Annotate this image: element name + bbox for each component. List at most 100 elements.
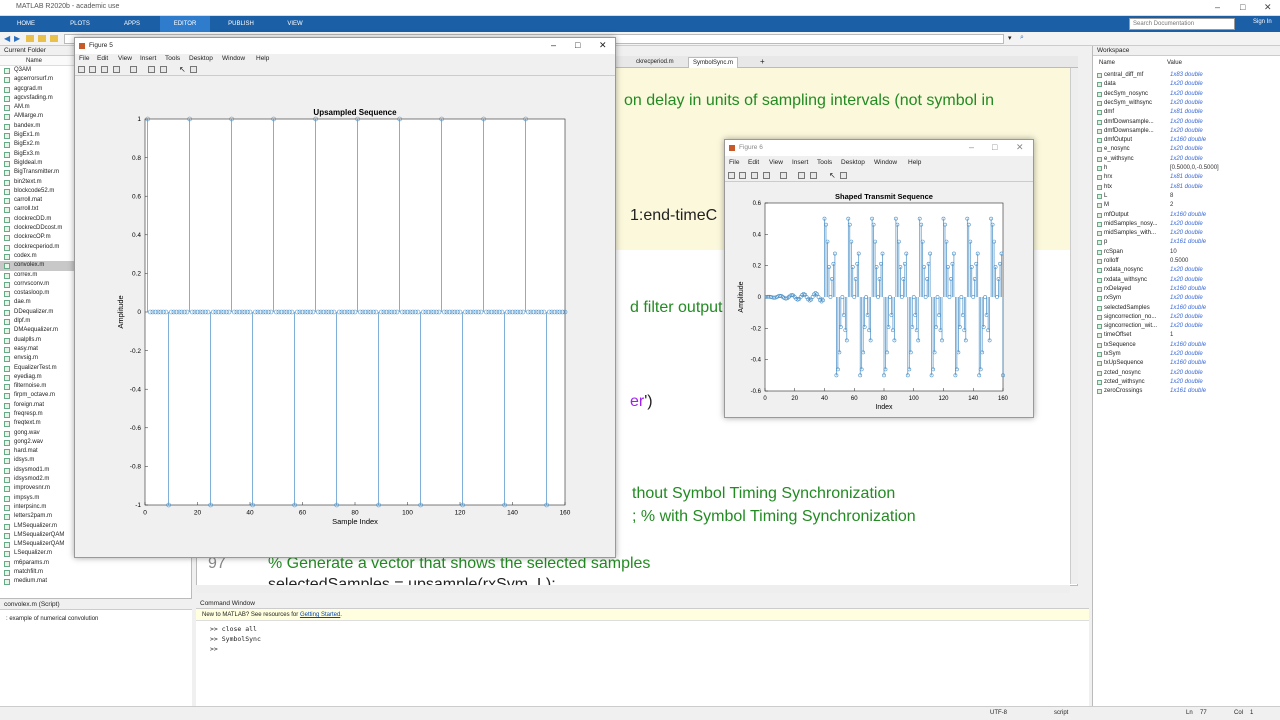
menu-edit[interactable]: Edit bbox=[748, 159, 759, 166]
figure6-window[interactable]: Figure 6 – □ ✕ File Edit View Insert Too… bbox=[724, 139, 1034, 418]
workspace-row[interactable]: hrx 1x81 double bbox=[1096, 173, 1276, 182]
tab-apps[interactable]: APPS bbox=[112, 16, 152, 32]
menu-help[interactable]: Help bbox=[908, 159, 921, 166]
workspace-row[interactable]: L8 bbox=[1096, 192, 1276, 201]
workspace-row[interactable]: decSym_nosync 1x20 double bbox=[1096, 90, 1276, 99]
property-editor-icon[interactable] bbox=[840, 172, 847, 179]
workspace-row[interactable]: central_diff_mf 1x83 double bbox=[1096, 71, 1276, 80]
menu-edit[interactable]: Edit bbox=[97, 55, 108, 62]
code-line[interactable]: er') bbox=[630, 393, 653, 411]
workspace-row[interactable]: zcted_nosync 1x20 double bbox=[1096, 369, 1276, 378]
menu-help[interactable]: Help bbox=[256, 55, 269, 62]
open-icon[interactable] bbox=[89, 66, 96, 73]
sign-in-link[interactable]: Sign In bbox=[1253, 19, 1272, 25]
tab-clockrecperiod[interactable]: ckrecperiod.m bbox=[632, 57, 678, 68]
workspace-row[interactable]: txSequence 1x160 double bbox=[1096, 341, 1276, 350]
workspace-row[interactable]: txUpSequence 1x160 double bbox=[1096, 359, 1276, 368]
maximize-icon[interactable]: □ bbox=[575, 40, 580, 50]
workspace-row[interactable]: htx 1x81 double bbox=[1096, 183, 1276, 192]
forward-icon[interactable]: ▶ bbox=[14, 34, 20, 43]
minimize-icon[interactable]: – bbox=[1215, 2, 1220, 12]
search-documentation-input[interactable]: Search Documentation bbox=[1129, 18, 1235, 30]
link-plot-icon[interactable] bbox=[130, 66, 137, 73]
file-item[interactable]: medium.mat bbox=[0, 577, 191, 586]
tab-plots[interactable]: PLOTS bbox=[58, 16, 102, 32]
open-icon[interactable] bbox=[739, 172, 746, 179]
close-icon[interactable]: ✕ bbox=[599, 40, 607, 51]
tab-home[interactable]: HOME bbox=[6, 16, 46, 32]
workspace-row[interactable]: dmfOutput 1x160 double bbox=[1096, 136, 1276, 145]
search-icon[interactable]: ⌕ bbox=[1020, 34, 1024, 42]
figure5-window[interactable]: Figure 5 – □ ✕ File Edit View Insert Too… bbox=[74, 37, 616, 558]
menu-view[interactable]: View bbox=[118, 55, 132, 62]
menu-file[interactable]: File bbox=[79, 55, 89, 62]
tab-symbolsync[interactable]: SymbolSync.m bbox=[688, 57, 739, 68]
code-line[interactable]: thout Symbol Timing Synchronization bbox=[632, 485, 895, 503]
workspace-row[interactable]: midSamples_nosy... 1x20 double bbox=[1096, 220, 1276, 229]
file-item[interactable]: m6params.m bbox=[0, 559, 191, 568]
workspace-row[interactable]: signcorrection_wit... 1x20 double bbox=[1096, 322, 1276, 331]
workspace-row[interactable]: dmfDownsample... 1x20 double bbox=[1096, 127, 1276, 136]
shaped-transmit-sequence-chart[interactable]: 0 20 40 60 80 100 120 140 160 -0.6 -0.4 -0.2 0 0.2 0.4… bbox=[725, 182, 1033, 417]
workspace-row[interactable]: dmf 1x81 double bbox=[1096, 108, 1276, 117]
folder-up-icon[interactable] bbox=[38, 35, 46, 42]
editor-horizontal-scrollbar[interactable] bbox=[196, 585, 1070, 593]
workspace-row[interactable]: midSamples_with... 1x20 double bbox=[1096, 229, 1276, 238]
workspace-row[interactable]: rxSym 1x20 double bbox=[1096, 294, 1276, 303]
legend-icon[interactable] bbox=[810, 172, 817, 179]
new-figure-icon[interactable] bbox=[78, 66, 85, 73]
workspace-row[interactable]: txSym 1x20 double bbox=[1096, 350, 1276, 359]
maximize-icon[interactable]: □ bbox=[992, 142, 997, 152]
save-icon[interactable] bbox=[751, 172, 758, 179]
code-line[interactable]: 1:end-timeC bbox=[630, 207, 717, 225]
command-window[interactable] bbox=[196, 609, 1089, 706]
minimize-icon[interactable]: – bbox=[969, 142, 974, 152]
save-icon[interactable] bbox=[101, 66, 108, 73]
editor-vertical-scrollbar[interactable] bbox=[1070, 68, 1078, 584]
link-plot-icon[interactable] bbox=[780, 172, 787, 179]
workspace-value-header[interactable]: Value bbox=[1167, 60, 1182, 66]
print-icon[interactable] bbox=[113, 66, 120, 73]
tab-view[interactable]: VIEW bbox=[272, 16, 318, 32]
workspace-row[interactable]: rxdata_nosync 1x20 double bbox=[1096, 266, 1276, 275]
workspace-row[interactable]: dmfDownsample... 1x20 double bbox=[1096, 118, 1276, 127]
back-icon[interactable]: ◀ bbox=[4, 34, 10, 43]
workspace-row[interactable]: timeOffset 1 bbox=[1096, 331, 1276, 340]
add-tab-icon[interactable]: + bbox=[756, 57, 769, 68]
workspace-row[interactable]: M2 bbox=[1096, 201, 1276, 210]
workspace-row[interactable]: rxdata_withsync 1x20 double bbox=[1096, 276, 1276, 285]
menu-view[interactable]: View bbox=[769, 159, 783, 166]
code-line[interactable]: on delay in units of sampling intervals … bbox=[624, 92, 994, 110]
menu-desktop[interactable]: Desktop bbox=[189, 55, 213, 62]
menu-desktop[interactable]: Desktop bbox=[841, 159, 865, 166]
code-line[interactable]: d filter output bbox=[630, 299, 723, 317]
tab-publish[interactable]: PUBLISH bbox=[218, 16, 264, 32]
menu-file[interactable]: File bbox=[729, 159, 739, 166]
workspace-row[interactable]: e_nosync 1x20 double bbox=[1096, 145, 1276, 154]
colorbar-icon[interactable] bbox=[798, 172, 805, 179]
workspace-row[interactable]: mfOutput 1x160 double bbox=[1096, 211, 1276, 220]
browse-folder-icon[interactable] bbox=[50, 35, 58, 42]
menu-tools[interactable]: Tools bbox=[165, 55, 180, 62]
workspace-row[interactable]: signcorrection_no... 1x20 double bbox=[1096, 313, 1276, 322]
file-item[interactable]: matchfilt.m bbox=[0, 568, 191, 577]
workspace-row[interactable]: zcted_withsync 1x20 double bbox=[1096, 378, 1276, 387]
workspace-row[interactable]: data 1x20 double bbox=[1096, 80, 1276, 89]
menu-insert[interactable]: Insert bbox=[140, 55, 156, 62]
menu-tools[interactable]: Tools bbox=[817, 159, 832, 166]
minimize-icon[interactable]: – bbox=[551, 40, 556, 50]
menu-window[interactable]: Window bbox=[222, 55, 245, 62]
workspace-row[interactable]: zeroCrossings 1x161 double bbox=[1096, 387, 1276, 396]
new-figure-icon[interactable] bbox=[728, 172, 735, 179]
print-icon[interactable] bbox=[763, 172, 770, 179]
menu-insert[interactable]: Insert bbox=[792, 159, 808, 166]
command-prompt[interactable]: >> bbox=[210, 645, 218, 653]
workspace-row[interactable]: rcSpan 10 bbox=[1096, 248, 1276, 257]
legend-icon[interactable] bbox=[160, 66, 167, 73]
workspace-row[interactable]: rxDelayed 1x160 double bbox=[1096, 285, 1276, 294]
upsampled-sequence-chart[interactable]: 0 20 40 60 80 100 120 140 160 -1 -0.8 -0.6 -0.4 -0.2 0… bbox=[75, 76, 615, 557]
property-editor-icon[interactable] bbox=[190, 66, 197, 73]
details-header[interactable]: convolex.m (Script) bbox=[0, 598, 192, 610]
workspace-row[interactable]: rolloff 0.5000 bbox=[1096, 257, 1276, 266]
workspace-row[interactable]: selectedSamples 1x160 double bbox=[1096, 304, 1276, 313]
